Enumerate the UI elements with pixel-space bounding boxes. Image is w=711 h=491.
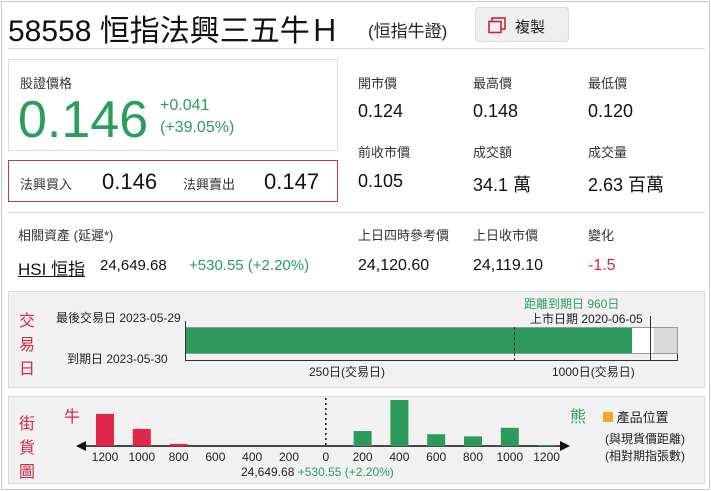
tick-label-1: 1000	[128, 450, 155, 464]
tick-label-8: 400	[389, 450, 409, 464]
tick-label-6: 0	[322, 450, 329, 464]
bull-bar-2	[169, 443, 188, 446]
bear-bar-10	[464, 436, 482, 446]
bear-bar-9	[427, 434, 446, 446]
tick-label-11: 1000	[496, 450, 523, 464]
tick-label-5: 200	[279, 450, 299, 464]
axis-right-arrow	[560, 441, 570, 451]
bear-bar-12	[537, 444, 556, 446]
tick-label-12: 1200	[533, 450, 560, 464]
tick-label-10: 800	[463, 450, 483, 464]
bull-bar-0	[96, 413, 114, 446]
tick-label-4: 400	[242, 450, 262, 464]
bull-bar-1	[132, 428, 151, 446]
tick-label-9: 600	[426, 450, 446, 464]
tick-label-7: 200	[353, 450, 373, 464]
bear-bar-8	[390, 400, 409, 446]
tick-label-2: 800	[169, 450, 189, 464]
tick-label-3: 600	[205, 450, 225, 464]
tick-label-0: 1200	[92, 450, 119, 464]
street-chart: 1200 1000 800 600 400 200 0 200 400 600 800 1000 120…	[76, 398, 570, 464]
bear-bar-11	[500, 427, 519, 446]
bear-bar-7	[353, 431, 372, 446]
axis-left-arrow	[76, 441, 86, 451]
